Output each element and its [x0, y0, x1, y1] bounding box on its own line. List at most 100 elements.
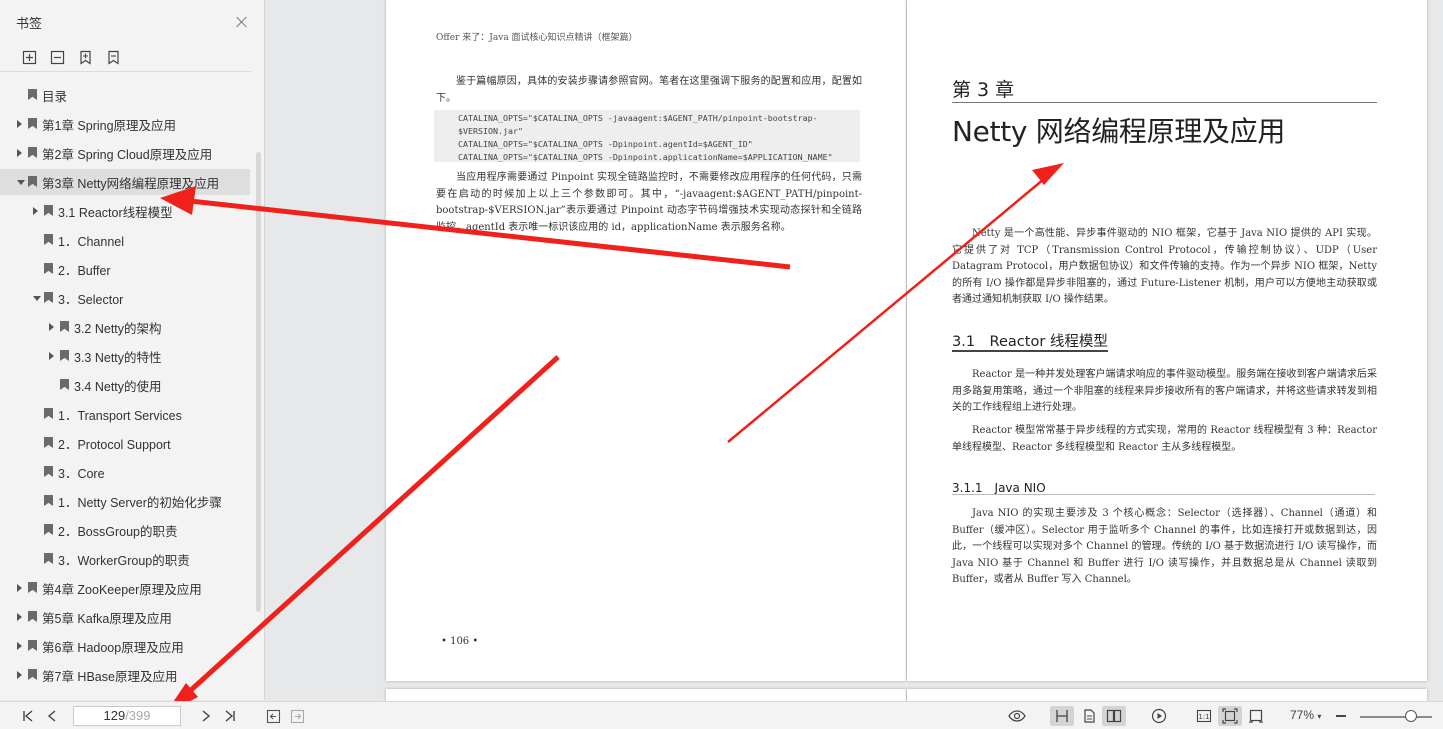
bookmark-item[interactable]: 3．Core	[0, 459, 250, 485]
forward-view-icon[interactable]	[287, 706, 307, 726]
code-line: CATALINA_OPTS="$CATALINA_OPTS -javaagent…	[458, 113, 818, 123]
expand-caret-icon[interactable]	[33, 207, 38, 215]
code-line: $VERSION.jar"	[458, 126, 523, 136]
collapse-all-icon[interactable]	[48, 49, 66, 67]
code-block: CATALINA_OPTS="$CATALINA_OPTS -javaagent…	[434, 110, 860, 162]
expand-caret-icon[interactable]	[17, 671, 22, 679]
bookmark-item[interactable]: 2．Buffer	[0, 256, 250, 282]
bookmark-icon	[44, 495, 53, 506]
bookmark-icon	[28, 118, 37, 129]
single-page-view-icon[interactable]	[1050, 706, 1074, 726]
bookmark-icon	[44, 524, 53, 535]
bookmark-toolbar	[0, 44, 252, 72]
bookmark-item[interactable]: 1．Transport Services	[0, 401, 250, 427]
expand-all-icon[interactable]	[20, 49, 38, 67]
bookmark-label: 第1章 Spring原理及应用	[42, 118, 177, 133]
sidebar-scrollbar[interactable]	[256, 152, 261, 612]
play-icon[interactable]	[1147, 706, 1171, 726]
bookmark-item[interactable]: 第5章 Kafka原理及应用	[0, 604, 250, 630]
bookmark-label: 第4章 ZooKeeper原理及应用	[42, 582, 202, 597]
bookmark-item[interactable]: 3.3 Netty的特性	[0, 343, 250, 369]
bookmark-item[interactable]: 第1章 Spring原理及应用	[0, 111, 250, 137]
bookmark-item[interactable]: 第2章 Spring Cloud原理及应用	[0, 140, 250, 166]
bookmark-icon	[44, 263, 53, 274]
bookmark-icon	[60, 350, 69, 361]
chapter-title: Netty 网络编程原理及应用	[952, 115, 1286, 148]
subsection-divider	[952, 494, 1375, 495]
zoom-level: 77%	[1290, 708, 1315, 722]
bookmark-item[interactable]: 3.1 Reactor线程模型	[0, 198, 250, 224]
bookmark-label: 1．Transport Services	[58, 408, 182, 423]
close-icon[interactable]	[234, 14, 250, 30]
expand-caret-icon[interactable]	[17, 613, 22, 621]
bookmark-item[interactable]: 1．Netty Server的初始化步骤	[0, 488, 250, 514]
chapter-label: 第 3 章	[952, 79, 1015, 101]
bookmark-icon	[28, 147, 37, 158]
expand-caret-icon[interactable]	[17, 642, 22, 650]
bookmark-item[interactable]: 3.2 Netty的架构	[0, 314, 250, 340]
bookmark-label: 第7章 HBase原理及应用	[42, 669, 178, 684]
bookmark-label: 3．WorkerGroup的职责	[58, 553, 190, 568]
code-line: CATALINA_OPTS="$CATALINA_OPTS -Dpinpoint…	[458, 152, 833, 162]
bookmark-label: 3.4 Netty的使用	[74, 379, 162, 394]
previous-page-icon[interactable]	[42, 706, 62, 726]
bookmark-item[interactable]: 3．Selector	[0, 285, 250, 311]
bookmark-icon	[28, 640, 37, 651]
expand-caret-icon[interactable]	[17, 149, 22, 157]
first-page-icon[interactable]	[18, 706, 38, 726]
zoom-out-icon[interactable]	[1333, 706, 1349, 726]
expand-caret-icon[interactable]	[49, 352, 54, 360]
two-page-view-icon[interactable]	[1102, 706, 1126, 726]
bookmark-item[interactable]: 第4章 ZooKeeper原理及应用	[0, 575, 250, 601]
bookmark-icon	[60, 321, 69, 332]
bookmark-item[interactable]: 第7章 HBase原理及应用	[0, 662, 250, 688]
bookmark-icon	[28, 669, 37, 680]
section-divider	[952, 350, 1108, 352]
chapter-divider	[952, 102, 1377, 103]
collapse-caret-icon[interactable]	[33, 296, 41, 301]
bookmark-label: 1．Channel	[58, 234, 125, 249]
expand-caret-icon[interactable]	[49, 323, 54, 331]
document-page-left: Offer 来了：Java 面试核心知识点精讲（框架篇） 鉴于篇幅原因，具体的安…	[386, 0, 906, 681]
expand-caret-icon[interactable]	[17, 584, 22, 592]
page-number-input[interactable]: 129/399	[73, 706, 181, 726]
bookmark-item[interactable]: 1．Channel	[0, 227, 250, 253]
paragraph: Java NIO 的实现主要涉及 3 个核心概念：Selector（选择器）、C…	[952, 508, 1377, 585]
zoom-slider-track[interactable]	[1360, 716, 1432, 718]
chevron-down-icon: ▾	[1317, 712, 1322, 721]
last-page-icon[interactable]	[220, 706, 240, 726]
fit-width-icon[interactable]	[1244, 706, 1268, 726]
bookmark-icon	[28, 611, 37, 622]
bookmark-item[interactable]: 第6章 Hadoop原理及应用	[0, 633, 250, 659]
bookmark-icon	[44, 408, 53, 419]
bookmark-icon	[60, 379, 69, 390]
paragraph: 鉴于篇幅原因，具体的安装步骤请参照官网。笔者在这里强调下服务的配置和应用，配置如…	[436, 76, 862, 104]
bookmark-label: 3．Core	[58, 466, 105, 481]
collapse-caret-icon[interactable]	[17, 180, 25, 185]
bookmark-item[interactable]: 2．BossGroup的职责	[0, 517, 250, 543]
bookmark-label: 3.3 Netty的特性	[74, 350, 162, 365]
bookmark-icon	[44, 234, 53, 245]
back-view-icon[interactable]	[263, 706, 283, 726]
bookmark-icon	[44, 292, 53, 303]
bookmark-label: 第5章 Kafka原理及应用	[42, 611, 172, 626]
next-page-icon[interactable]	[196, 706, 216, 726]
zoom-level-dropdown[interactable]: 77% ▾	[1290, 708, 1321, 722]
delete-bookmark-icon[interactable]	[104, 49, 122, 67]
continuous-page-icon[interactable]	[1077, 706, 1101, 726]
actual-size-icon[interactable]: 1:1	[1192, 706, 1216, 726]
add-bookmark-icon[interactable]	[76, 49, 94, 67]
zoom-slider-handle[interactable]	[1405, 710, 1417, 722]
eye-protection-icon[interactable]	[1005, 706, 1029, 726]
paragraph: Reactor 是一种并发处理客户端请求响应的事件驱动模型。服务端在接收到客户端…	[952, 369, 1377, 413]
bookmark-item[interactable]: 2．Protocol Support	[0, 430, 250, 456]
bookmark-item[interactable]: 3.4 Netty的使用	[0, 372, 250, 398]
expand-caret-icon[interactable]	[17, 120, 22, 128]
bookmark-item[interactable]: 目录	[0, 82, 250, 108]
bookmark-icon	[44, 205, 53, 216]
paragraph: Reactor 模型常常基于异步线程的方式实现，常用的 Reactor 线程模型…	[952, 425, 1377, 453]
next-page-right-edge	[907, 689, 1427, 701]
bookmark-item[interactable]: 第3章 Netty网络编程原理及应用	[0, 169, 250, 195]
bookmark-item[interactable]: 3．WorkerGroup的职责	[0, 546, 250, 572]
fit-page-icon[interactable]	[1218, 706, 1242, 726]
